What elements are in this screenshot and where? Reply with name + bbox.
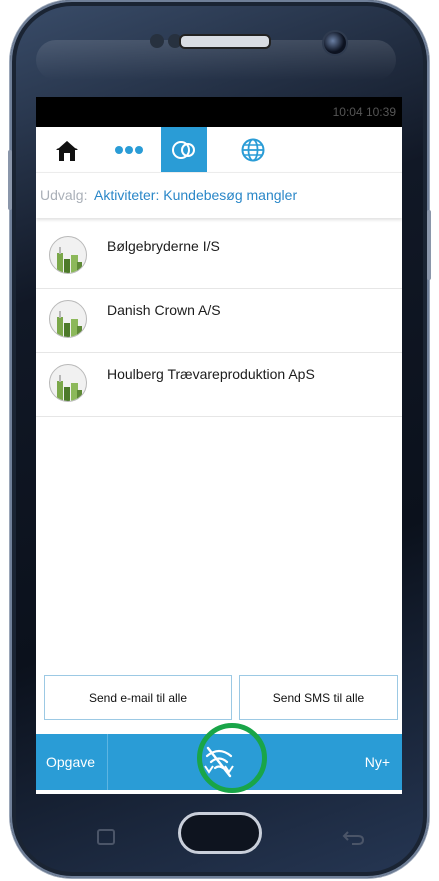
customer-name: Danish Crown A/S [107, 302, 221, 318]
volume-button [8, 150, 12, 210]
earpiece-speaker [179, 34, 271, 49]
customer-list: Bølgebryderne I/S Danish Crown A/S Houlb… [36, 225, 402, 417]
status-time: 10:04 10:39 [332, 105, 396, 119]
highlight-ring [197, 723, 267, 793]
top-toolbar [36, 127, 402, 172]
customer-name: Bølgebryderne I/S [107, 238, 220, 254]
globe-button[interactable] [230, 127, 276, 172]
home-icon [56, 138, 78, 161]
company-avatar-icon [49, 300, 87, 338]
more-button[interactable] [106, 127, 152, 172]
front-camera [322, 30, 348, 56]
send-email-all-button[interactable]: Send e-mail til alle [44, 675, 232, 720]
power-button [427, 210, 431, 280]
bulk-actions: Send e-mail til alle Send SMS til alle [44, 675, 398, 720]
more-icon [115, 145, 143, 154]
circles-tab[interactable] [161, 127, 207, 172]
filter-label: Udvalg: [40, 187, 88, 203]
send-sms-all-button[interactable]: Send SMS til alle [239, 675, 398, 720]
list-item[interactable]: Bølgebryderne I/S [36, 225, 402, 289]
list-item[interactable]: Danish Crown A/S [36, 289, 402, 353]
selection-filter-bar[interactable]: Udvalg: Aktiviteter: Kundebesøg mangler [36, 172, 402, 218]
home-button[interactable] [44, 127, 90, 172]
company-avatar-icon [49, 236, 87, 274]
circles-icon [172, 140, 195, 159]
new-button[interactable]: Ny+ [365, 754, 390, 770]
phone-screen: 10:04 10:39 Udvalg: Aktiviteter: Kundebe… [36, 97, 402, 794]
list-item[interactable]: Houlberg Trævareproduktion ApS [36, 353, 402, 417]
company-avatar-icon [49, 364, 87, 402]
recent-apps-icon [97, 829, 115, 845]
home-hardware-button[interactable] [178, 812, 262, 854]
task-label: Opgave [46, 754, 96, 770]
back-icon [342, 831, 365, 845]
task-button[interactable]: Opgave [36, 734, 108, 790]
customer-name: Houlberg Trævareproduktion ApS [107, 366, 315, 382]
sensor [150, 34, 164, 48]
status-bar: 10:04 10:39 [36, 97, 402, 127]
filter-value-link[interactable]: Aktiviteter: Kundebesøg mangler [94, 187, 297, 203]
globe-icon [241, 138, 265, 161]
